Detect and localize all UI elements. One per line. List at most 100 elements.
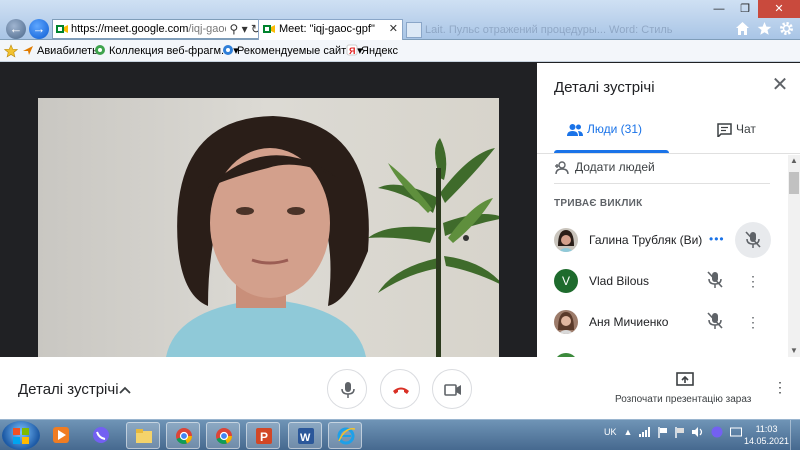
new-tab-button[interactable]: [406, 22, 422, 38]
participant-row[interactable]: [537, 345, 787, 357]
meet-favicon-icon: [56, 25, 68, 33]
self-video-tile[interactable]: ••• Ви: [38, 98, 499, 357]
favorites-bar: Авиабилеты Коллекция веб-фрагм... ▾ Реко…: [0, 40, 800, 62]
word-icon: W: [298, 428, 314, 444]
tray-arrow-icon[interactable]: ▲: [624, 427, 633, 437]
ie-toolbar: [735, 21, 794, 36]
media-player-icon: [53, 427, 69, 443]
camera-button[interactable]: [432, 369, 472, 409]
taskbar-powerpoint[interactable]: P: [246, 422, 280, 449]
back-button[interactable]: ←: [6, 19, 26, 39]
scroll-up-icon[interactable]: ▲: [788, 155, 800, 167]
chrome-icon: [176, 428, 192, 445]
tab-divider: [537, 153, 800, 154]
keyboard-icon[interactable]: [730, 427, 743, 437]
start-button[interactable]: [2, 421, 40, 450]
favorites-star-icon[interactable]: [4, 44, 18, 58]
scroll-thumb[interactable]: [789, 172, 799, 194]
mic-off-icon: [707, 312, 723, 329]
taskbar-internet-explorer[interactable]: [328, 422, 362, 449]
leave-call-button[interactable]: [380, 369, 420, 409]
meet-favicon-icon: [263, 25, 275, 33]
taskbar-word[interactable]: W: [288, 422, 322, 449]
participant-row[interactable]: Галина Трубляк (Ви) •••: [537, 220, 787, 260]
taskbar-viber[interactable]: [84, 422, 118, 449]
add-person-icon: [555, 161, 569, 175]
home-icon[interactable]: [735, 21, 750, 36]
chrome-icon: [216, 428, 232, 445]
participant-row[interactable]: V Vlad Bilous ⋮: [537, 261, 787, 301]
participant-video-image: [166, 116, 369, 357]
address-url-scheme-host: https://meet.google.com: [71, 23, 189, 35]
ie-page-icon: [223, 45, 233, 55]
window-controls: — ❐ ✕: [706, 0, 800, 18]
more-options-icon[interactable]: ⋮: [746, 271, 760, 291]
more-options-icon[interactable]: ⋮: [746, 312, 760, 332]
taskbar-chrome[interactable]: [206, 422, 240, 449]
address-controls[interactable]: ⚲ ▾ ↻: [226, 20, 261, 38]
more-options-icon[interactable]: ⋮: [773, 379, 787, 396]
network-icon[interactable]: [639, 427, 651, 437]
favorite-label: Авиабилеты: [37, 45, 101, 57]
present-now-button[interactable]: Розпочати презентацію зараз: [615, 394, 751, 405]
taskbar-media-player[interactable]: [44, 422, 78, 449]
tab-chat[interactable]: Чат: [717, 119, 756, 139]
participant-name: Аня Мичиенко: [589, 315, 669, 329]
panel-scrollbar[interactable]: ▲ ▼: [788, 155, 800, 357]
meeting-details-button[interactable]: Деталі зустрічі: [18, 381, 119, 398]
favorite-item[interactable]: Рекомендуемые сайты ▾: [222, 43, 363, 59]
clock-date: 14.05.2021: [744, 436, 790, 446]
hang-up-icon: [393, 387, 409, 394]
mute-participant-button[interactable]: [735, 222, 771, 258]
yandex-icon: Я: [346, 44, 358, 56]
close-window-button[interactable]: ✕: [758, 0, 800, 18]
meet-stage: ••• Ви: [0, 63, 537, 357]
flag-icon[interactable]: [658, 426, 668, 438]
taskbar-file-explorer[interactable]: [126, 422, 160, 449]
people-icon: [567, 124, 583, 136]
microphone-button[interactable]: [327, 369, 367, 409]
powerpoint-icon: P: [256, 428, 272, 444]
tab-meet[interactable]: Meet: "iqj-gaoc-gpf" ✕: [258, 19, 403, 40]
action-center-icon[interactable]: [675, 426, 685, 438]
close-icon[interactable]: ✕: [770, 75, 790, 95]
file-explorer-icon: [136, 429, 152, 443]
windows-logo-icon: [13, 428, 29, 444]
favorite-item[interactable]: Я Яндекс: [346, 43, 398, 59]
present-screen-icon[interactable]: [676, 372, 694, 388]
show-desktop-button[interactable]: [790, 420, 800, 450]
viber-icon: [93, 427, 109, 443]
chevron-up-icon[interactable]: [119, 385, 131, 395]
favorite-item[interactable]: Коллекция веб-фрагм... ▾: [94, 43, 239, 59]
tab-close-icon[interactable]: ✕: [389, 20, 398, 39]
language-indicator[interactable]: UK: [604, 427, 617, 437]
mic-off-icon: [745, 231, 761, 248]
clock-time: 11:03: [755, 424, 778, 434]
star-icon[interactable]: [757, 21, 772, 36]
section-header: ТРИВАЄ ВИКЛИК: [554, 198, 643, 209]
add-people-button[interactable]: Додати людей: [555, 157, 655, 177]
maximize-button[interactable]: ❐: [732, 0, 758, 18]
favorite-item[interactable]: Авиабилеты: [22, 43, 100, 59]
tab-people[interactable]: Люди (31): [567, 119, 642, 139]
participant-row[interactable]: Аня Мичиенко ⋮: [537, 302, 787, 342]
scroll-down-icon[interactable]: ▼: [788, 345, 800, 357]
system-tray: UK ▲: [604, 426, 743, 438]
gear-icon[interactable]: [779, 21, 794, 36]
avatar: [554, 228, 578, 252]
participant-name: Галина Трубляк (Ви): [589, 233, 703, 247]
taskbar-chrome[interactable]: [166, 422, 200, 449]
mic-off-icon: [707, 271, 723, 288]
chat-icon: [717, 123, 732, 139]
system-clock[interactable]: 11:03 14.05.2021: [744, 423, 789, 447]
viber-tray-icon[interactable]: [711, 426, 723, 438]
minimize-button[interactable]: —: [706, 0, 732, 18]
divider: [554, 183, 770, 184]
address-bar[interactable]: https://meet.google.com/iqj-gaoc- ⚲ ▾ ↻: [52, 19, 264, 39]
plane-icon: [23, 46, 33, 55]
tab-people-label: Люди (31): [587, 122, 642, 136]
forward-button[interactable]: →: [29, 19, 49, 39]
participant-name: Vlad Bilous: [589, 274, 650, 288]
volume-icon[interactable]: [692, 427, 704, 437]
camera-icon: [444, 384, 461, 396]
